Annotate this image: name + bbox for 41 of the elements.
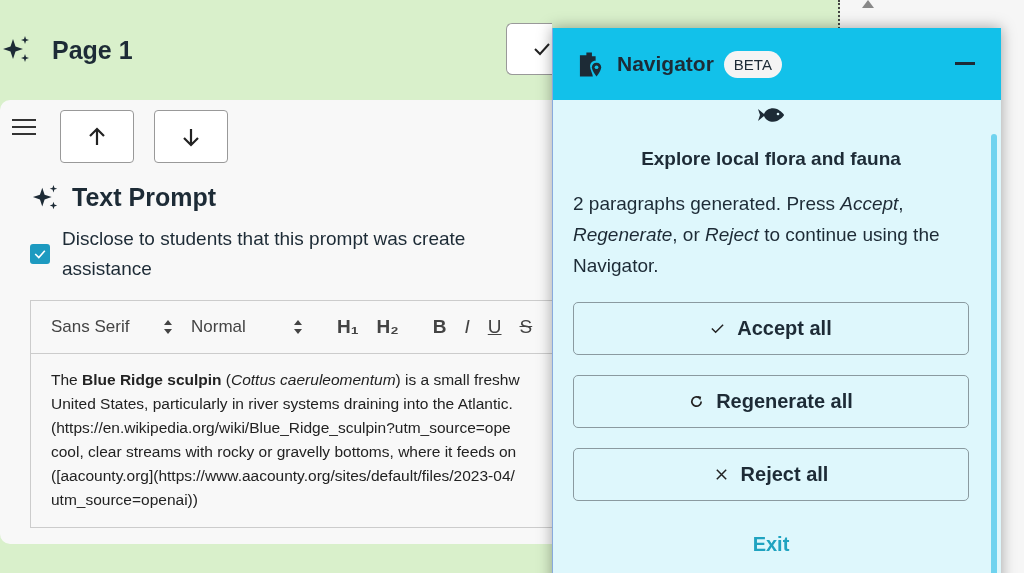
format-button[interactable]: S xyxy=(513,316,539,338)
beta-badge: BETA xyxy=(723,50,782,78)
panel-heading: Explore local flora and fauna xyxy=(641,148,901,170)
checkbox-label: Disclose to students that this prompt was create xyxy=(62,227,466,251)
format-button[interactable]: B xyxy=(426,316,453,338)
text-line: utm_source=openai)) xyxy=(51,490,198,510)
checkbox-label: assistance xyxy=(62,257,152,281)
format-button[interactable]: I xyxy=(458,316,476,338)
text-line: The Blue Ridge sculpin (Cottus caeruleomentum) is a small freshw xyxy=(51,370,520,390)
format-button[interactable]: H₂ xyxy=(370,316,405,338)
page-title: Page 1 xyxy=(52,35,133,65)
regenerate-all-button[interactable]: Regenerate all xyxy=(573,375,969,428)
text-line: cool, clear streams with rocky or gravelly bottoms, where it feeds on xyxy=(51,442,517,462)
close-icon xyxy=(713,467,729,482)
minimize-icon xyxy=(955,62,975,66)
font-select[interactable]: Sans Serif xyxy=(51,317,181,337)
text-line: United States, particularly in river systems draining into the Atlantic. xyxy=(51,394,513,414)
section-title: Text Prompt xyxy=(72,183,216,212)
checkbox[interactable] xyxy=(30,244,50,264)
format-button[interactable]: U xyxy=(481,316,508,338)
check-button[interactable] xyxy=(506,23,552,75)
scrollbar[interactable] xyxy=(991,134,997,573)
scroll-up-icon[interactable] xyxy=(862,0,874,8)
accept-all-button[interactable]: Accept all xyxy=(573,302,969,355)
move-up-button[interactable] xyxy=(60,110,134,163)
text-line: (https://en.wikipedia.org/wiki/Blue_Ridge_sculpin?utm_source=ope xyxy=(51,418,511,438)
chevron-icon xyxy=(293,319,303,335)
size-select[interactable]: Normal xyxy=(191,317,311,337)
chevron-icon xyxy=(163,319,173,335)
reject-all-button[interactable]: Reject all xyxy=(573,448,969,501)
text-line: ([aacounty.org](https://www.aacounty.org/sites/default/files/2023-04/ xyxy=(51,466,515,486)
fish-icon xyxy=(758,106,784,124)
format-button[interactable]: H₁ xyxy=(331,316,365,338)
refresh-icon xyxy=(689,394,705,409)
menu-icon[interactable] xyxy=(12,118,36,136)
check-icon xyxy=(710,321,726,336)
status-message: 2 paragraphs generated. Press Accept, Regenerate, or Reject to continue using the Navigator. xyxy=(573,192,941,278)
panel-title: Navigator xyxy=(617,52,714,76)
move-down-button[interactable] xyxy=(154,110,228,163)
sparkle-icon xyxy=(32,183,60,212)
map-pin-icon xyxy=(579,50,603,78)
